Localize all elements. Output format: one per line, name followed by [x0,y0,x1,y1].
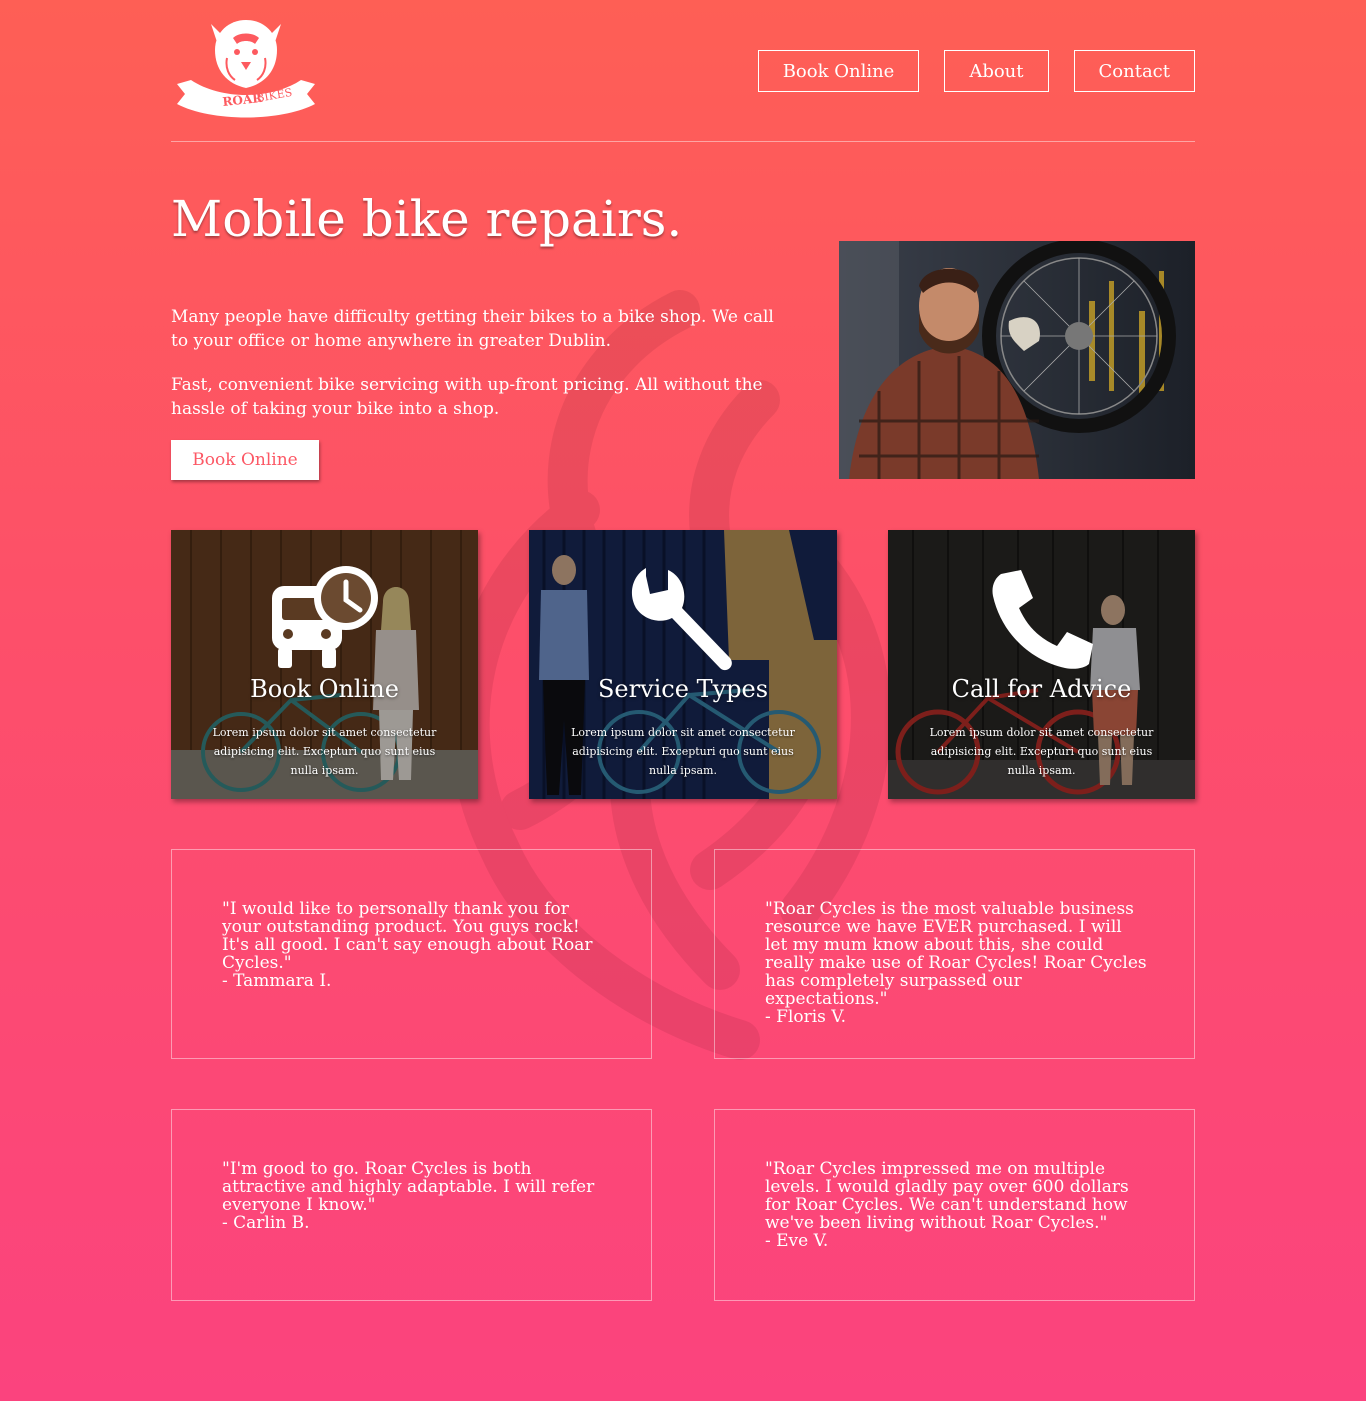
roar-bikes-logo[interactable]: ROAR BIKES [171,18,321,120]
card-description: Lorem ipsum dolor sit amet consectetur a… [571,726,795,777]
testimonial-quote: "Roar Cycles impressed me on multiple le… [765,1159,1129,1233]
testimonial-card: "I would like to personally thank you fo… [171,849,652,1059]
hero-paragraph-1: Many people have difficulty getting thei… [171,307,774,351]
card-service-types[interactable]: Service Types Lorem ipsum dolor sit amet… [529,530,837,799]
testimonial-author: - Tammara I. [222,971,332,991]
mechanic-photo [839,241,1195,479]
main-nav: Book Online About Contact [757,50,1195,92]
card-call-for-advice[interactable]: Call for Advice Lorem ipsum dolor sit am… [888,530,1195,799]
testimonial-quote: "Roar Cycles is the most valuable busine… [765,899,1147,1009]
testimonial-quote: "I would like to personally thank you fo… [222,899,593,973]
card-book-online[interactable]: Book Online Lorem ipsum dolor sit amet c… [171,530,478,799]
testimonial-card: "Roar Cycles is the most valuable busine… [714,849,1195,1059]
testimonial-quote: "I'm good to go. Roar Cycles is both att… [222,1159,595,1215]
hero-book-online-button[interactable]: Book Online [171,440,319,480]
testimonial-author: - Floris V. [765,1007,847,1027]
card-title: Book Online [250,675,399,703]
card-description: Lorem ipsum dolor sit amet consectetur a… [212,726,437,777]
hero-section: Mobile bike repairs. Many people have di… [171,142,1195,502]
hero-paragraph-2: Fast, convenient bike servicing with up-… [171,375,763,419]
phone-icon [991,570,1093,669]
nav-contact-button[interactable]: Contact [1073,50,1195,92]
bus-clock-icon [271,566,378,668]
testimonial-author: - Carlin B. [222,1213,310,1233]
card-description: Lorem ipsum dolor sit amet consectetur a… [929,726,1154,777]
card-title: Call for Advice [951,675,1132,703]
testimonial-card: "Roar Cycles impressed me on multiple le… [714,1109,1195,1301]
testimonial-card: "I'm good to go. Roar Cycles is both att… [171,1109,652,1301]
wrench-icon [631,568,732,671]
card-title: Service Types [597,675,769,703]
site-header: ROAR BIKES Book Online About Contact [171,0,1195,142]
testimonial-author: - Eve V. [765,1231,829,1251]
nav-book-online-button[interactable]: Book Online [757,50,920,92]
hero-title: Mobile bike repairs. [171,190,683,248]
feature-cards: Book Online Lorem ipsum dolor sit amet c… [171,530,1195,800]
nav-about-button[interactable]: About [944,50,1049,92]
